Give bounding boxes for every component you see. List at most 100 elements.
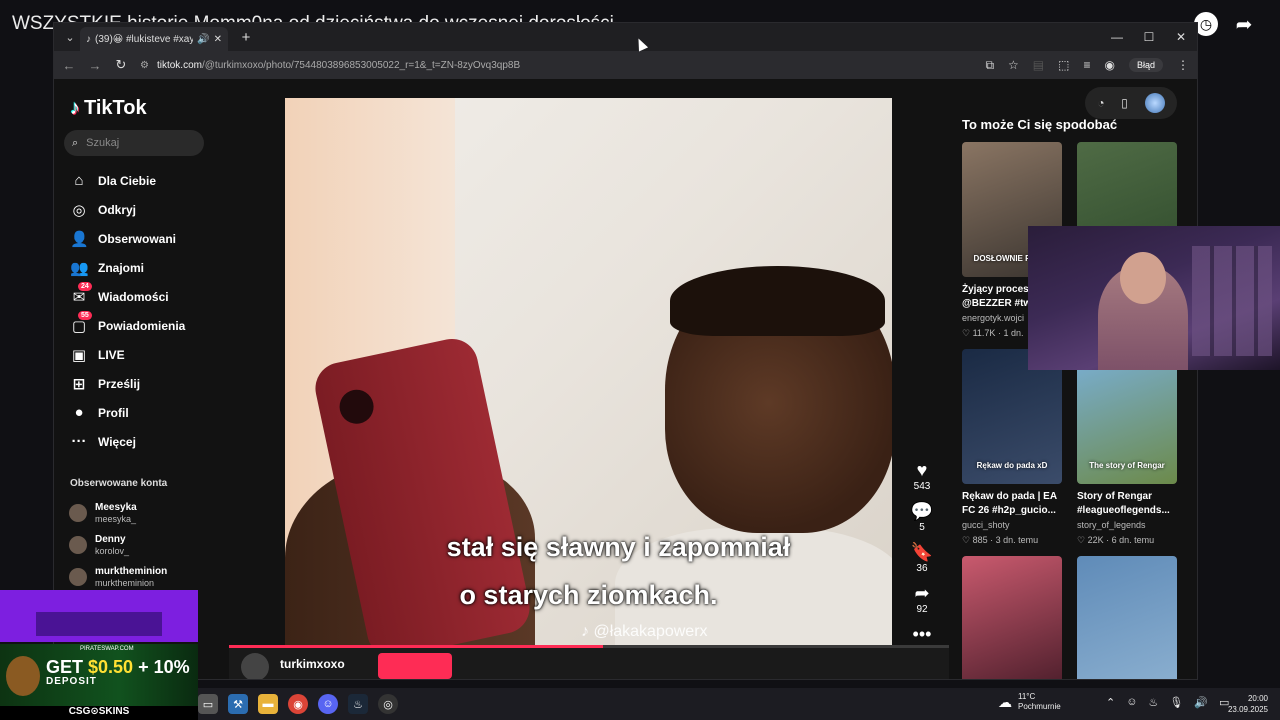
taskbar-discord-icon[interactable]: ☺: [318, 694, 338, 714]
followed-avatar: [69, 504, 87, 522]
followed-account[interactable]: Denny korolov_: [64, 529, 204, 561]
back-button[interactable]: ←: [62, 58, 76, 73]
like-button[interactable]: ♥ 543: [914, 459, 931, 493]
clock-time: 20:00: [1247, 694, 1268, 703]
tiktok-favicon-icon: ♪: [86, 33, 91, 45]
rec-thumb-text: Rękaw do pada xD: [976, 461, 1048, 470]
video-hair: [670, 266, 885, 336]
nav-obserwowani-icon: 👤: [70, 230, 89, 248]
nav-badge: 55: [78, 311, 92, 320]
nav-item-powiadomienia[interactable]: ▢ 55 Powiadomienia: [64, 311, 204, 340]
reload-button[interactable]: ↻: [114, 57, 128, 73]
rec-caption: Story of Rengar #leagueoflegends...: [1077, 491, 1170, 516]
install-app-icon[interactable]: ⧉: [985, 58, 994, 73]
followed-account[interactable]: Meesyka meesyka_: [64, 497, 204, 529]
tab-tiktok[interactable]: ♪ (39)😀 #lukisteve #xayooin 🔊 ✕: [80, 27, 228, 51]
search-input[interactable]: ⌕ Szukaj: [64, 130, 204, 156]
taskbar-chrome-icon[interactable]: ◉: [288, 694, 308, 714]
rec-card[interactable]: [962, 556, 1062, 679]
rec-caption: Rękaw do pada | EA FC 26 #h2p_gucio...: [962, 491, 1057, 516]
nav-item-obserwowani[interactable]: 👤 Obserwowani: [64, 224, 204, 253]
tab-search-chevron-icon[interactable]: ⌄: [60, 31, 80, 44]
rec-thumbnail[interactable]: [962, 556, 1062, 679]
profile-avatar-icon[interactable]: ◉: [1105, 58, 1115, 72]
tray-discord-icon[interactable]: ☺: [1126, 696, 1137, 709]
heart-outline-icon: ♡: [962, 535, 973, 545]
video-player[interactable]: stał się sławny i zapomniał o starych zi…: [285, 98, 892, 657]
nav-item-dla-ciebie[interactable]: ⌂ Dla Ciebie: [64, 166, 204, 195]
nav-item-więcej[interactable]: ··· Więcej: [64, 427, 204, 456]
tiktok-logo[interactable]: ♪ TikTok: [64, 79, 204, 130]
coins-icon[interactable]: ◔: [1097, 96, 1104, 110]
tab-close-icon[interactable]: ✕: [214, 34, 222, 45]
nav-item-profil[interactable]: ● Profil: [64, 398, 204, 427]
address-bar: ← → ↻ ⚙ tiktok.com/@turkimxoxo/photo/754…: [54, 51, 1197, 79]
more-button[interactable]: •••: [913, 623, 932, 645]
followed-account[interactable]: murktheminion murktheminion: [64, 561, 204, 593]
new-tab-button[interactable]: +: [234, 29, 258, 46]
ad-banner-csgo: PIRATESWAP.COM GET $0.50 + 10% DEPOSIT C…: [0, 644, 198, 720]
rec-card[interactable]: [1077, 556, 1177, 679]
maximize-button[interactable]: ☐: [1133, 30, 1165, 44]
tab-bar: ⌄ ♪ (39)😀 #lukisteve #xayooin 🔊 ✕ + — ☐ …: [54, 23, 1197, 51]
nav-item-znajomi[interactable]: 👥 Znajomi: [64, 253, 204, 282]
nav-profil-icon: ●: [74, 404, 84, 421]
comment-button[interactable]: 💬 5: [911, 500, 933, 534]
followed-text: Meesyka meesyka_: [95, 502, 137, 525]
ad-site: PIRATESWAP.COM: [80, 646, 134, 652]
tray-steam-icon[interactable]: ♨: [1148, 696, 1158, 709]
taskbar-folder-icon[interactable]: ▬: [258, 694, 278, 714]
taskbar-clock[interactable]: 20:00 23.09.2025: [1228, 693, 1268, 715]
rec-card[interactable]: The story of Rengar Story of Rengar #leag…: [1077, 349, 1177, 546]
tray-volume-icon[interactable]: 🔊: [1194, 696, 1208, 709]
follow-button[interactable]: [378, 653, 452, 679]
forward-button[interactable]: →: [88, 58, 102, 73]
nav-label: Dla Ciebie: [98, 173, 157, 188]
share-button[interactable]: ➦ 92: [914, 582, 929, 616]
rec-card[interactable]: Rękaw do pada xD Rękaw do pada | EA FC 26…: [962, 349, 1062, 546]
taskbar-app-window-icon[interactable]: ▭: [198, 694, 218, 714]
stream-top-icons: ◷ ➦: [1194, 12, 1256, 36]
device-icon[interactable]: ▯: [1121, 96, 1128, 110]
site-info-icon[interactable]: ⚙: [140, 60, 149, 71]
nav-item-odkryj[interactable]: ◎ Odkryj: [64, 195, 204, 224]
user-avatar[interactable]: [1144, 93, 1165, 113]
audio-icon[interactable]: 🔊: [197, 34, 209, 45]
author-name[interactable]: turkimxoxo: [280, 657, 345, 671]
system-tray: ⌃ ☺ ♨ 🎙 🔊 ▭: [1106, 696, 1229, 709]
weather-widget[interactable]: ☁ 11°C Pochmurnie: [998, 692, 1061, 712]
nav-item-live[interactable]: ▣ LIVE: [64, 340, 204, 369]
tray-mic-icon[interactable]: 🎙: [1169, 696, 1183, 709]
taskbar-steam-icon[interactable]: ♨: [348, 694, 368, 714]
search-icon: ⌕: [72, 136, 79, 149]
top-right-tools: ◔ ▯: [1085, 87, 1177, 119]
tray-chevron-icon[interactable]: ⌃: [1106, 696, 1115, 709]
nav-prześlij-icon: ⊞: [72, 375, 86, 393]
share-count: 92: [916, 604, 928, 615]
ad-headline: GET $0.50 + 10%: [46, 658, 190, 676]
nav-item-wiadomości[interactable]: ✉ 24 Wiadomości: [64, 282, 204, 311]
search-placeholder: Szukaj: [86, 137, 120, 149]
menu-icon[interactable]: ⋮: [1177, 58, 1189, 72]
recommendations: To może Ci się spodobać DOSŁOWNIE POW...…: [962, 117, 1182, 679]
followed-list: Meesyka meesyka_ Denny korolov_ murktheminio…: [64, 497, 204, 593]
extension-disabled-icon: ▤: [1032, 58, 1045, 72]
video-subtitle-2: o starych ziomkach.: [459, 580, 718, 610]
nav-item-prześlij[interactable]: ⊞ Prześlij: [64, 369, 204, 398]
error-button[interactable]: Błąd: [1128, 58, 1163, 72]
bookmark-star-icon[interactable]: ☆: [1008, 58, 1019, 72]
tiktok-logo-text: TikTok: [84, 97, 147, 119]
url-field[interactable]: ⚙ tiktok.com/@turkimxoxo/photo/754480389…: [140, 55, 973, 75]
media-control-icon[interactable]: ≡: [1083, 58, 1090, 72]
nav-dla-ciebie-icon: ⌂: [74, 172, 84, 189]
extensions-icon[interactable]: ⬚: [1058, 58, 1069, 72]
taskbar-obs-icon[interactable]: ◎: [378, 694, 398, 714]
video-progress[interactable]: [229, 645, 949, 648]
minimize-button[interactable]: —: [1101, 30, 1133, 44]
author-avatar[interactable]: [241, 653, 269, 679]
save-button[interactable]: 🔖 36: [911, 541, 933, 575]
comment-count: 5: [919, 522, 925, 533]
close-window-button[interactable]: ✕: [1165, 30, 1197, 44]
taskbar-app-tool-icon[interactable]: ⚒: [228, 694, 248, 714]
rec-thumbnail[interactable]: [1077, 556, 1177, 679]
